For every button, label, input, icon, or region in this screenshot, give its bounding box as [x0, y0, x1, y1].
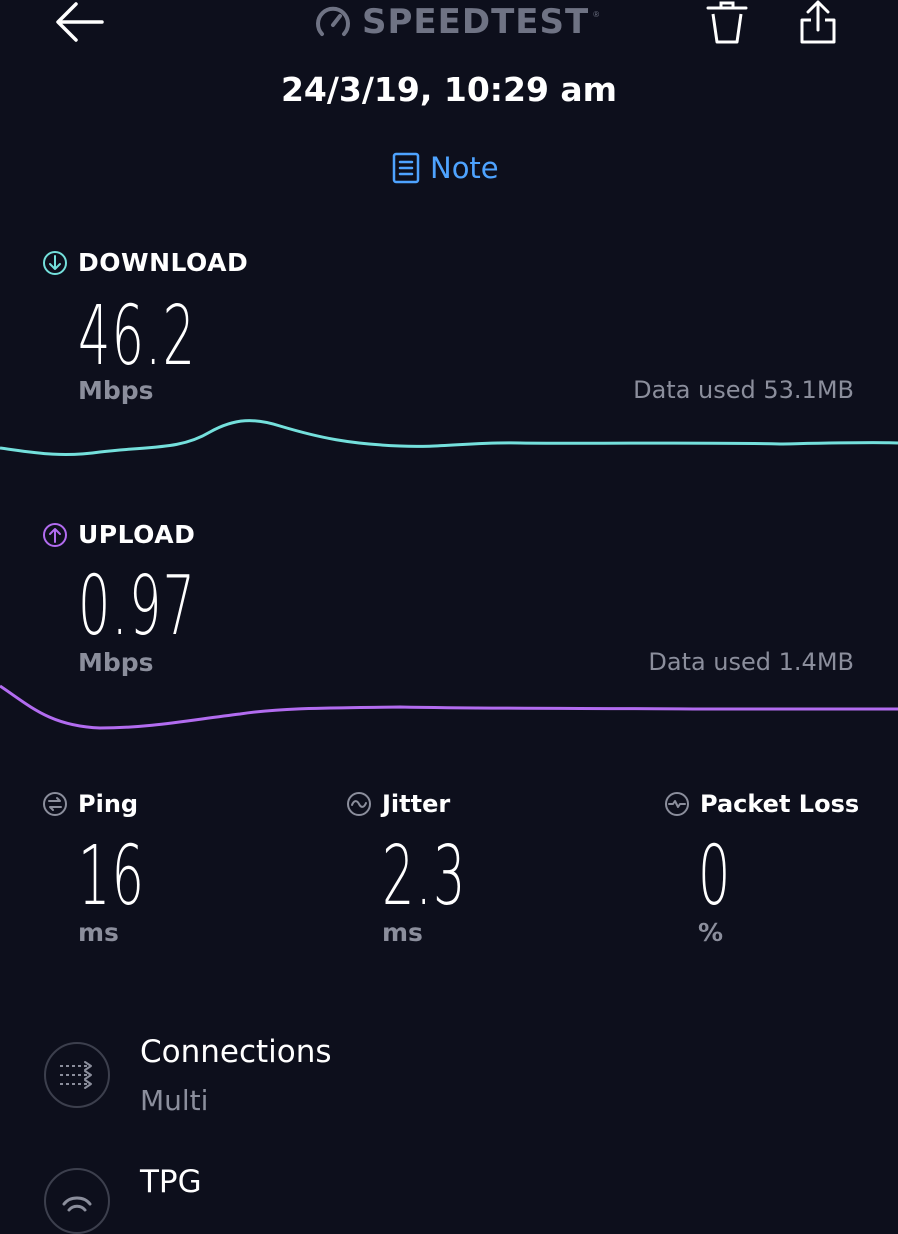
jitter-icon [347, 792, 371, 816]
jitter-value: 2.3 [382, 829, 467, 924]
arrow-left-icon [56, 2, 104, 42]
packet-loss-unit: % [698, 918, 724, 947]
download-header: DOWNLOAD [42, 248, 248, 277]
jitter-title: Jitter [382, 790, 451, 818]
ping-icon [43, 792, 67, 816]
ping-title: Ping [78, 790, 139, 818]
back-button[interactable] [52, 0, 108, 48]
delete-button[interactable] [704, 0, 750, 46]
brand-registered-mark: ® [593, 10, 600, 19]
connections-icon-badge [44, 1042, 110, 1108]
connections-icon [60, 1061, 92, 1089]
download-arrow-icon [43, 250, 67, 275]
test-datetime: 24/3/19, 10:29 am [280, 70, 618, 109]
packet-loss-value: 0 [698, 829, 732, 924]
connections-value: Multi [140, 1084, 209, 1117]
share-icon [800, 0, 836, 44]
download-title: DOWNLOAD [78, 248, 249, 277]
upload-speed-graph [0, 684, 898, 730]
download-value: 46.2 [78, 289, 197, 384]
ping-unit: ms [78, 918, 119, 947]
upload-header: UPLOAD [42, 520, 195, 549]
provider-icon-badge [44, 1168, 110, 1234]
share-button[interactable] [798, 0, 838, 46]
note-button[interactable]: Note [392, 150, 499, 186]
download-speed-graph [0, 419, 898, 457]
brand-name: SPEEDTEST [362, 2, 590, 42]
jitter-header: Jitter [346, 790, 450, 818]
note-icon [392, 152, 420, 184]
gauge-icon [316, 6, 350, 36]
trash-icon [706, 1, 748, 44]
upload-arrow-icon [43, 522, 67, 547]
packet-loss-header: Packet Loss [664, 790, 859, 818]
upload-value: 0.97 [78, 559, 197, 654]
connections-title: Connections [140, 1034, 332, 1070]
ping-value: 16 [78, 829, 146, 924]
globe-icon [62, 1196, 92, 1212]
provider-title: TPG [140, 1164, 202, 1200]
ping-header: Ping [42, 790, 138, 818]
upload-title: UPLOAD [78, 520, 196, 549]
packet-loss-title: Packet Loss [700, 790, 860, 818]
speedtest-logo: SPEEDTEST ® [314, 0, 599, 44]
note-label: Note [430, 151, 499, 185]
jitter-unit: ms [382, 918, 423, 947]
packet-loss-icon [665, 792, 689, 816]
